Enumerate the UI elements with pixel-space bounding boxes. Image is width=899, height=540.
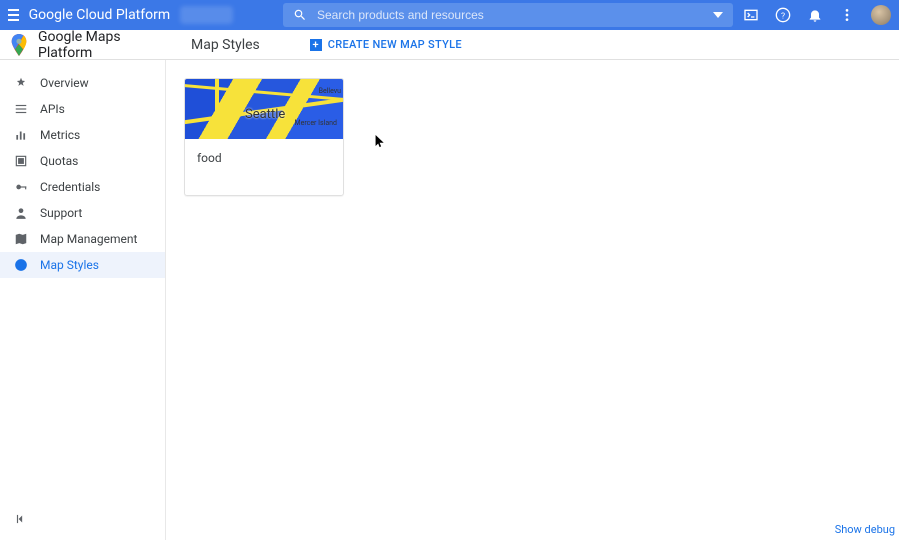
brand-label: Google Cloud Platform	[29, 7, 171, 23]
help-icon[interactable]: ?	[775, 7, 791, 23]
sidebar-item-label: Credentials	[40, 180, 100, 194]
map-thumbnail: Seattle Bellevu Mercer Island	[185, 79, 343, 139]
sidebar-item-label: Overview	[40, 76, 89, 90]
cloud-shell-icon[interactable]	[743, 7, 759, 23]
topbar-actions: ?	[743, 5, 891, 25]
sidebar-item-label: Support	[40, 206, 82, 220]
chevron-down-icon[interactable]	[713, 12, 723, 18]
sidebar-item-label: APIs	[40, 102, 65, 116]
project-selector[interactable]	[180, 6, 233, 24]
sidebar-item-label: Map Styles	[40, 258, 99, 272]
subbar: Google Maps Platform Map Styles + CREATE…	[0, 30, 899, 60]
sidebar-item-quotas[interactable]: Quotas	[0, 148, 165, 174]
sidebar-item-overview[interactable]: Overview	[0, 70, 165, 96]
sidebar-item-credentials[interactable]: Credentials	[0, 174, 165, 200]
sidebar-item-label: Quotas	[40, 154, 78, 168]
search-box[interactable]	[283, 3, 733, 27]
sidebar: Overview APIs Metrics Quotas Credentials…	[0, 60, 166, 540]
plus-icon: +	[310, 39, 322, 51]
show-debug-link[interactable]: Show debug	[835, 523, 895, 536]
map-style-card[interactable]: Seattle Bellevu Mercer Island food	[184, 78, 344, 196]
sidebar-item-map-styles[interactable]: Map Styles	[0, 252, 165, 278]
search-icon	[293, 8, 307, 22]
body: Overview APIs Metrics Quotas Credentials…	[0, 60, 899, 540]
create-new-map-style-button[interactable]: + CREATE NEW MAP STYLE	[310, 38, 462, 51]
page-title: Map Styles	[191, 37, 260, 53]
sidebar-item-label: Metrics	[40, 128, 80, 142]
topbar: Google Cloud Platform ?	[0, 0, 899, 30]
sidebar-item-metrics[interactable]: Metrics	[0, 122, 165, 148]
sidebar-item-apis[interactable]: APIs	[0, 96, 165, 122]
notifications-icon[interactable]	[807, 7, 823, 23]
thumb-label: Bellevu	[319, 87, 341, 95]
card-title: food	[185, 139, 343, 195]
product-title: Google Maps Platform	[38, 29, 173, 61]
maps-pin-icon	[10, 34, 28, 56]
sidebar-item-label: Map Management	[40, 232, 137, 246]
create-label: CREATE NEW MAP STYLE	[328, 38, 462, 51]
avatar[interactable]	[871, 5, 891, 25]
sidebar-item-support[interactable]: Support	[0, 200, 165, 226]
thumb-label: Mercer Island	[295, 119, 337, 127]
collapse-sidebar-button[interactable]	[14, 512, 28, 530]
content: Seattle Bellevu Mercer Island food Show …	[166, 60, 899, 540]
more-vert-icon[interactable]	[839, 7, 855, 23]
svg-text:?: ?	[781, 11, 785, 21]
search-input[interactable]	[317, 8, 703, 22]
thumb-city-label: Seattle	[245, 107, 285, 122]
menu-icon[interactable]	[8, 9, 19, 21]
sidebar-item-map-management[interactable]: Map Management	[0, 226, 165, 252]
